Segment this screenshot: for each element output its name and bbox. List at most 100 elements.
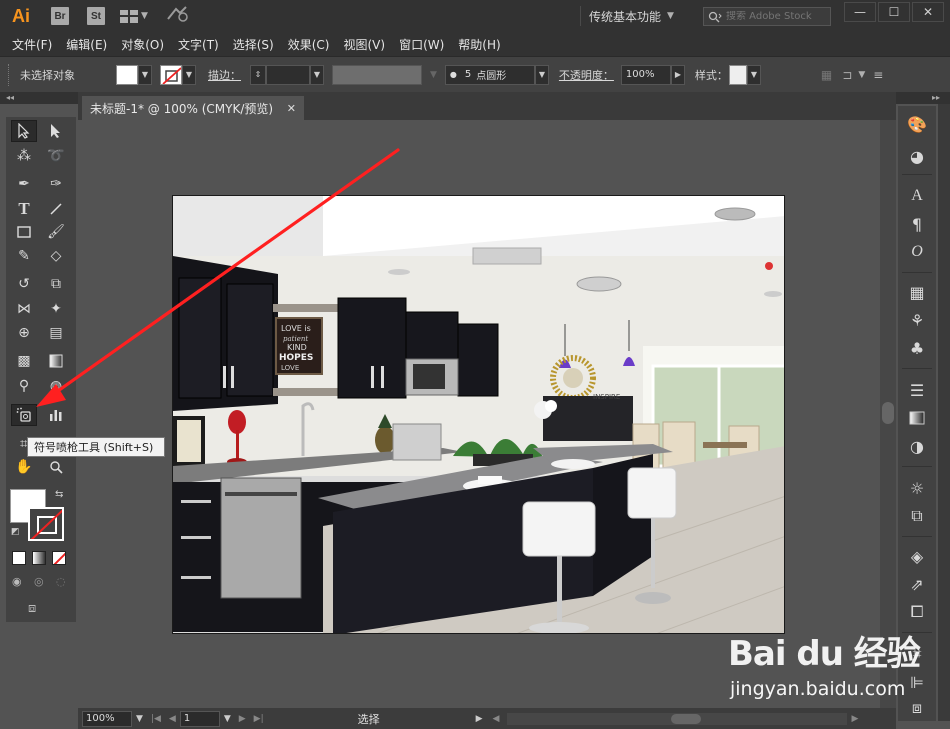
magic-wand-tool-icon[interactable]: ⁂ (11, 145, 37, 167)
brush-definition[interactable]: ● 5 点圆形 (444, 64, 535, 85)
brush-dropdown[interactable]: ▼ (534, 64, 549, 85)
vertical-scrollbar[interactable] (880, 120, 896, 708)
stock-search-input[interactable] (726, 11, 826, 22)
stock-button[interactable]: St (87, 7, 105, 25)
menu-edit[interactable]: 编辑(E) (66, 36, 107, 53)
opentype-panel-icon[interactable]: O (903, 240, 931, 264)
variable-width-profile[interactable] (332, 64, 422, 85)
arrange-documents-button[interactable]: ▼ (120, 9, 148, 23)
stroke-panel-icon[interactable]: ☰ (903, 378, 931, 402)
selection-tool-icon[interactable] (11, 120, 37, 142)
scroll-right-icon[interactable]: ▶ (851, 714, 858, 724)
gradient-mode-button[interactable] (32, 551, 46, 565)
control-bar-grip[interactable] (8, 63, 12, 86)
mesh-tool-icon[interactable]: ▩ (11, 350, 37, 372)
rotate-tool-icon[interactable]: ↺ (11, 273, 37, 295)
fill-swatch[interactable] (116, 64, 138, 85)
eraser-tool-icon[interactable]: ◇ (43, 245, 69, 267)
zoom-dropdown-icon[interactable]: ▼ (136, 714, 143, 724)
column-graph-tool-icon[interactable] (43, 404, 69, 426)
lasso-tool-icon[interactable]: ➰ (43, 145, 69, 167)
control-bar-menu-icon[interactable]: ≡ (873, 68, 883, 82)
stock-search-box[interactable] (703, 7, 831, 26)
maximize-button[interactable]: ☐ (878, 2, 910, 22)
align-options-icon[interactable]: ⊐ (842, 68, 852, 82)
last-artboard-icon[interactable]: ▶| (254, 714, 264, 724)
opacity-input[interactable]: 100% (620, 64, 671, 85)
stroke-weight-dropdown[interactable]: ▼ (310, 64, 324, 85)
scale-tool-icon[interactable]: ⧉ (43, 273, 69, 295)
draw-behind-icon[interactable]: ◎ (34, 575, 44, 588)
close-button[interactable]: ✕ (912, 2, 944, 22)
puppet-warp-tool-icon[interactable]: ✦ (43, 298, 69, 320)
export-panel-icon[interactable]: ⇗ (903, 572, 931, 596)
status-menu-icon[interactable]: ▶ (476, 714, 483, 724)
chevron-down-icon[interactable]: ▼ (858, 70, 865, 80)
menu-effect[interactable]: 效果(C) (288, 36, 330, 53)
opacity-label[interactable]: 不透明度： (559, 67, 621, 83)
next-artboard-icon[interactable]: ▶ (239, 714, 246, 724)
perspective-grid-tool-icon[interactable]: ▤ (43, 322, 69, 344)
artboard-dropdown-icon[interactable]: ▼ (224, 714, 231, 724)
stroke-weight-input[interactable] (266, 64, 310, 85)
default-fill-stroke-icon[interactable]: ◩ (11, 527, 20, 537)
swatches-panel-icon[interactable]: ▦ (903, 280, 931, 304)
graphic-style-swatch[interactable] (728, 64, 747, 85)
eyedropper-tool-icon[interactable]: ⚲ (11, 375, 37, 397)
shape-builder-tool-icon[interactable]: ⊕ (11, 322, 37, 344)
menu-select[interactable]: 选择(S) (233, 36, 274, 53)
symbol-sprayer-tool-icon[interactable] (11, 404, 37, 426)
stroke-swatch[interactable] (160, 64, 182, 85)
menu-file[interactable]: 文件(F) (12, 36, 52, 53)
menu-help[interactable]: 帮助(H) (458, 36, 500, 53)
fill-dropdown[interactable]: ▼ (138, 64, 152, 85)
graphic-styles-panel-icon[interactable]: ⧉ (903, 504, 931, 528)
zoom-level-field[interactable]: 100% (82, 710, 132, 727)
line-segment-tool-icon[interactable] (43, 198, 69, 220)
stroke-weight-stepper[interactable]: ⇕ (250, 64, 266, 85)
zoom-tool-icon[interactable] (43, 456, 69, 478)
none-mode-button[interactable] (52, 551, 66, 565)
color-guide-icon[interactable]: ◕ (903, 144, 931, 168)
menu-window[interactable]: 窗口(W) (399, 36, 444, 53)
color-mode-button[interactable] (12, 551, 26, 565)
swap-fill-stroke-icon[interactable]: ⇆ (55, 489, 63, 500)
type-tool-icon[interactable]: T (11, 198, 37, 220)
artboards-panel-icon[interactable]: ⧠ (903, 600, 931, 624)
direct-selection-tool-icon[interactable] (43, 120, 69, 142)
artboard-number-field[interactable]: 1 (179, 710, 220, 727)
close-tab-icon[interactable]: ✕ (287, 102, 296, 115)
graphic-style-dropdown[interactable]: ▼ (746, 64, 761, 85)
shaper-tool-icon[interactable]: ✎ (11, 245, 37, 267)
gradient-tool-icon[interactable] (43, 350, 69, 372)
color-panel-icon[interactable]: 🎨 (903, 112, 931, 136)
stroke-label[interactable]: 描边： (208, 67, 250, 83)
align-grid-icon[interactable]: ▦ (821, 68, 832, 82)
minimize-button[interactable]: — (844, 2, 876, 22)
previous-artboard-icon[interactable]: ◀ (169, 714, 176, 724)
vertical-scroll-thumb[interactable] (882, 402, 894, 424)
character-panel-icon[interactable]: A (903, 184, 931, 208)
panel-collapse-handle[interactable]: ▸▸ (896, 92, 950, 104)
blend-tool-icon[interactable]: ◍ (43, 375, 69, 397)
paragraph-panel-icon[interactable]: ¶ (903, 212, 931, 236)
pen-tool-icon[interactable]: ✒ (11, 173, 37, 195)
stroke-color-box[interactable] (28, 507, 64, 541)
menu-object[interactable]: 对象(O) (121, 36, 164, 53)
menu-type[interactable]: 文字(T) (178, 36, 219, 53)
horizontal-scrollbar[interactable] (507, 712, 848, 725)
layers-panel-icon[interactable]: ◈ (903, 544, 931, 568)
transparency-panel-icon[interactable]: ◑ (903, 434, 931, 458)
rectangle-tool-icon[interactable] (11, 221, 37, 243)
width-tool-icon[interactable]: ⋈ (11, 298, 37, 320)
symbols-panel-icon[interactable]: ♣ (903, 336, 931, 360)
gpu-performance-icon[interactable] (166, 5, 190, 27)
horizontal-scroll-thumb[interactable] (671, 713, 702, 724)
first-artboard-icon[interactable]: |◀ (151, 714, 161, 724)
menu-view[interactable]: 视图(V) (343, 36, 385, 53)
placed-kitchen-photo[interactable]: LOVE is patient KIND HOPES LOVE INSPIRE (172, 195, 785, 634)
panel-dock-scrollbar[interactable] (938, 104, 950, 721)
change-screen-mode-icon[interactable]: ⧈ (28, 601, 36, 616)
curvature-tool-icon[interactable]: ✑ (43, 173, 69, 195)
stroke-dropdown[interactable]: ▼ (182, 64, 196, 85)
